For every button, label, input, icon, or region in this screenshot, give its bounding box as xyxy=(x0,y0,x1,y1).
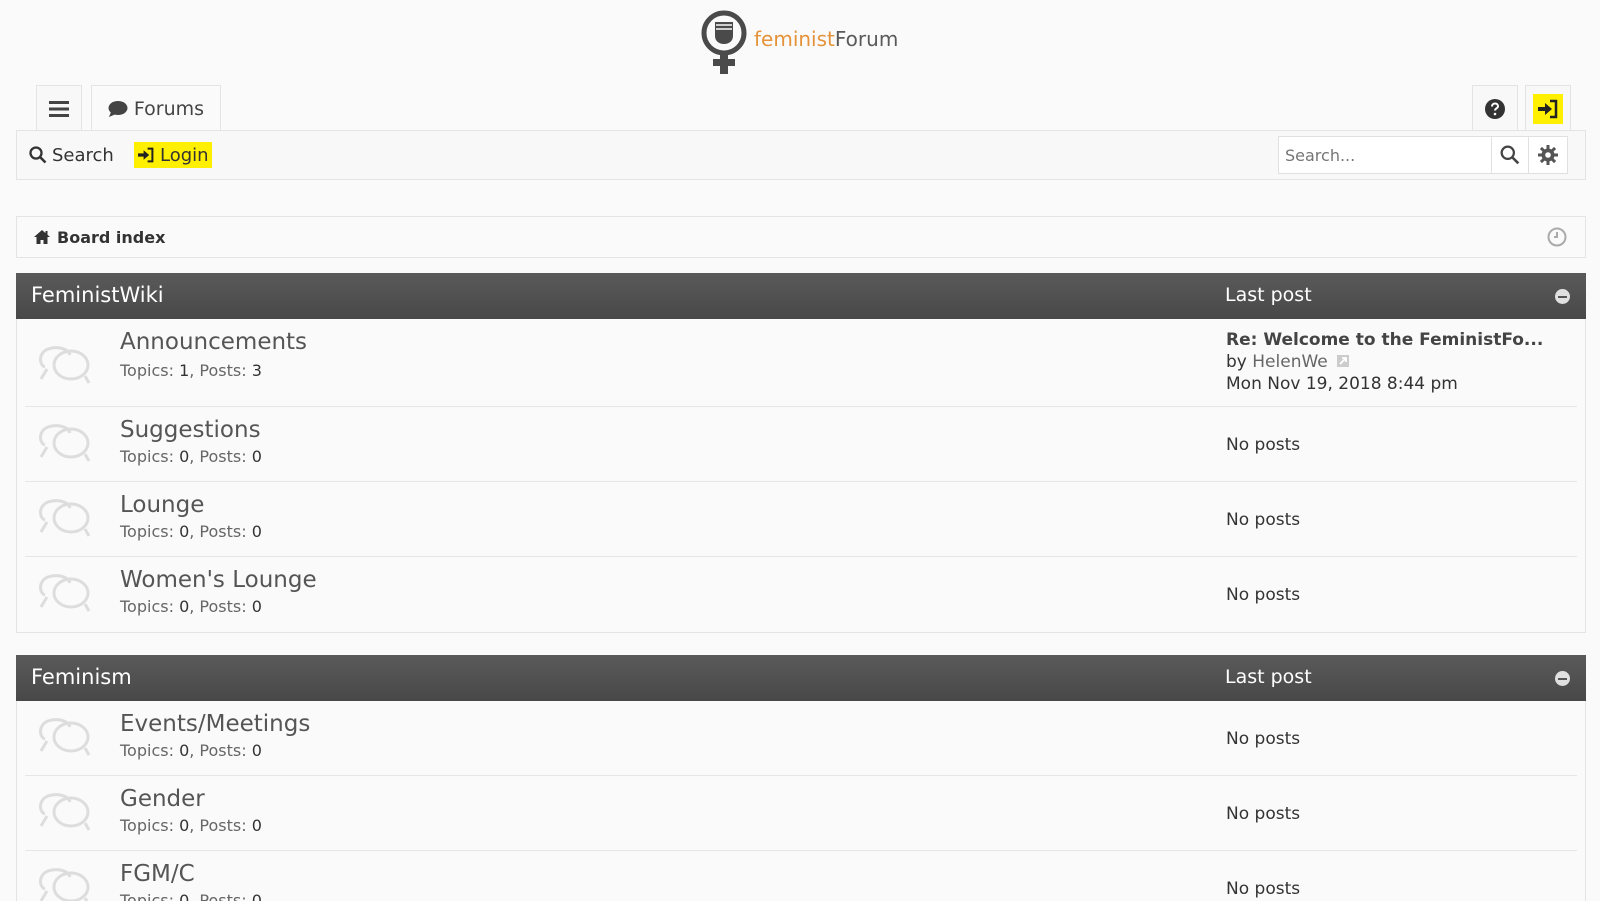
search-input[interactable] xyxy=(1279,137,1492,173)
forum-read-icon xyxy=(39,718,91,756)
last-post-header: Last post xyxy=(1225,284,1312,306)
forum-read-icon xyxy=(39,574,91,612)
section-title[interactable]: Feminism xyxy=(31,665,132,689)
question-icon xyxy=(1485,98,1505,119)
forum-stats: Topics: 0, Posts: 0 xyxy=(120,816,262,835)
forum-read-icon xyxy=(39,424,91,462)
forum-read-icon xyxy=(39,868,90,901)
board-index-link[interactable]: Board index xyxy=(57,228,165,247)
forum-stats: Topics: 0, Posts: 0 xyxy=(120,447,262,466)
search-submit-button[interactable] xyxy=(1492,137,1530,173)
forum-row: Lounge Topics: 0, Posts: 0 No posts xyxy=(25,482,1577,557)
site-title-part2: Forum xyxy=(834,27,899,51)
forum-row: Events/Meetings Topics: 0, Posts: 0 No p… xyxy=(25,701,1577,776)
search-icon xyxy=(1500,145,1520,165)
search-form xyxy=(1278,136,1568,174)
tab-forums[interactable]: Forums xyxy=(91,85,221,131)
forum-title[interactable]: Lounge xyxy=(120,492,204,518)
tab-forums-label: Forums xyxy=(133,97,205,120)
collapse-icon[interactable] xyxy=(1555,289,1570,304)
last-post-by: by xyxy=(1226,352,1247,372)
forum-read-icon xyxy=(39,499,91,537)
hamburger-icon xyxy=(49,100,69,117)
help-button[interactable] xyxy=(1472,85,1518,131)
nav-bar: Search Login xyxy=(16,130,1586,180)
forum-title[interactable]: Events/Meetings xyxy=(120,711,310,737)
search-icon xyxy=(29,146,47,164)
section-body: Events/Meetings Topics: 0, Posts: 0 No p… xyxy=(16,701,1586,901)
forum-stats: Topics: 0, Posts: 0 xyxy=(120,741,262,760)
sign-in-icon xyxy=(1538,99,1558,118)
site-logo[interactable]: feministForum xyxy=(700,10,898,76)
clock-icon[interactable] xyxy=(1547,227,1567,247)
forum-read-icon xyxy=(39,793,91,831)
forum-read-icon xyxy=(39,346,91,384)
home-icon xyxy=(34,230,50,244)
last-post-empty: No posts xyxy=(1226,585,1301,605)
forum-row: FGM/C Topics: 0, Posts: 0 No posts xyxy=(25,851,1577,901)
last-post-empty: No posts xyxy=(1226,879,1301,899)
site-title: feministForum xyxy=(754,27,898,51)
feminist-fist-icon xyxy=(701,10,747,74)
login-link-label: Login xyxy=(160,144,209,166)
forum-title[interactable]: Gender xyxy=(120,786,205,812)
breadcrumb: Board index xyxy=(16,216,1586,258)
last-post-title[interactable]: Re: Welcome to the FeministFo... xyxy=(1226,329,1543,351)
menu-button[interactable] xyxy=(36,85,82,131)
forum-title[interactable]: Suggestions xyxy=(120,417,261,443)
section-body: Announcements Topics: 1, Posts: 3 Re: We… xyxy=(16,319,1586,633)
section-header: Feminism Last post xyxy=(16,655,1586,701)
forum-stats: Topics: 0, Posts: 0 xyxy=(120,522,262,541)
search-link-label: Search xyxy=(52,144,114,166)
forum-section-feminism: Feminism Last post Events/Meetings Topic… xyxy=(16,655,1586,901)
view-latest-post-icon[interactable] xyxy=(1336,354,1350,368)
forum-row: Women's Lounge Topics: 0, Posts: 0 No po… xyxy=(25,557,1577,632)
login-link[interactable]: Login xyxy=(134,142,212,168)
forum-row: Suggestions Topics: 0, Posts: 0 No posts xyxy=(25,407,1577,482)
site-title-part1: feminist xyxy=(754,27,835,51)
last-post-empty: No posts xyxy=(1226,804,1301,824)
last-post-empty: No posts xyxy=(1226,510,1301,530)
last-post-header: Last post xyxy=(1225,666,1312,688)
advanced-search-button[interactable] xyxy=(1529,137,1567,173)
speech-bubble-icon xyxy=(108,100,128,117)
section-title[interactable]: FeministWiki xyxy=(31,283,164,307)
forum-row: Gender Topics: 0, Posts: 0 No posts xyxy=(25,776,1577,851)
login-icon-button[interactable] xyxy=(1525,85,1571,131)
last-post-date: Mon Nov 19, 2018 8:44 pm xyxy=(1226,374,1458,394)
forum-title[interactable]: Women's Lounge xyxy=(120,567,317,593)
gear-icon xyxy=(1538,145,1559,165)
forum-stats: Topics: 0, Posts: 0 xyxy=(120,891,262,901)
sign-in-icon xyxy=(138,147,154,163)
search-link[interactable]: Search xyxy=(29,131,114,179)
forum-stats: Topics: 0, Posts: 0 xyxy=(120,597,262,616)
forum-title[interactable]: FGM/C xyxy=(120,861,195,887)
forum-section-feministwiki: FeministWiki Last post Announcements Top… xyxy=(16,273,1586,633)
login-highlight xyxy=(1533,93,1563,124)
last-post-author[interactable]: HelenWe xyxy=(1252,352,1327,372)
section-header: FeministWiki Last post xyxy=(16,273,1586,319)
last-post-empty: No posts xyxy=(1226,435,1301,455)
last-post-empty: No posts xyxy=(1226,729,1301,749)
forum-title[interactable]: Announcements xyxy=(120,329,307,355)
collapse-icon[interactable] xyxy=(1555,671,1570,686)
forum-stats: Topics: 1, Posts: 3 xyxy=(120,361,262,380)
last-post-info: Re: Welcome to the FeministFo... by Hele… xyxy=(1226,329,1543,395)
forum-row: Announcements Topics: 1, Posts: 3 Re: We… xyxy=(25,319,1577,407)
